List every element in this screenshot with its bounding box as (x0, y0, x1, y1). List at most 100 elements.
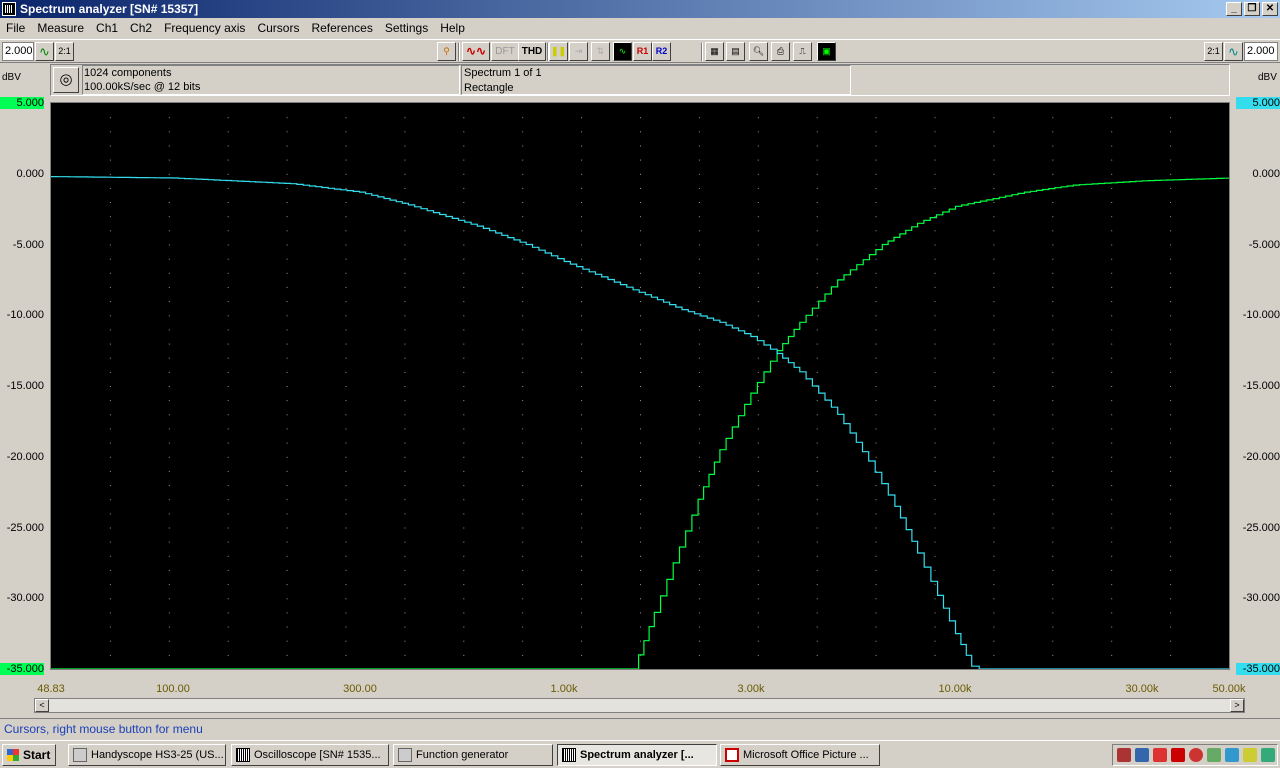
grid-dot (993, 456, 995, 458)
task-oscilloscope[interactable]: Oscilloscope [SN# 1535... (231, 744, 389, 766)
scope-view-icon[interactable]: ∿ (613, 42, 632, 61)
minimize-button[interactable]: _ (1226, 2, 1242, 16)
ch1-ratio-button[interactable]: 2:1 (55, 42, 74, 61)
app-icon[interactable] (2, 2, 16, 16)
task-label: Function generator (416, 749, 509, 761)
menu-help[interactable]: Help (434, 19, 471, 38)
grid-dot (581, 612, 583, 614)
grid-dot (1170, 357, 1172, 359)
menu-settings[interactable]: Settings (379, 19, 434, 38)
horizontal-scrollbar[interactable]: < > (34, 698, 1245, 713)
grid-dot (286, 555, 288, 557)
ref1-button[interactable]: R1 (633, 42, 652, 61)
spectrum-chart[interactable] (51, 103, 1230, 670)
security-icon[interactable] (1171, 748, 1185, 762)
grid-dot (875, 513, 877, 515)
task-picture-manager[interactable]: Microsoft Office Picture ... (720, 744, 880, 766)
shield-icon[interactable] (1189, 748, 1203, 762)
menu-ch1[interactable]: Ch1 (90, 19, 124, 38)
grid-dot (934, 343, 936, 345)
grid-dot (875, 428, 877, 430)
grid-dot (345, 286, 347, 288)
grid-dot (227, 272, 229, 274)
network-icon[interactable] (1117, 748, 1131, 762)
step-icon[interactable]: ⇥ (569, 42, 588, 61)
probe-icon[interactable]: ⚲ (437, 42, 456, 61)
ch1-scale-field[interactable]: 2.000 (2, 42, 34, 61)
grid-dot (1111, 315, 1113, 317)
window-function: Rectangle (464, 82, 514, 94)
scroll-left-arrow[interactable]: < (35, 699, 49, 712)
target-icon[interactable]: ◎ (53, 67, 79, 93)
thd-button[interactable]: THD (518, 42, 546, 61)
pulse-icon[interactable]: ⎍ (793, 42, 812, 61)
grid-dot (993, 371, 995, 373)
grid-dot (404, 386, 406, 387)
grid-dot (1052, 470, 1054, 472)
task-handyscope[interactable]: Handyscope HS3-25 (US... (68, 744, 226, 766)
monitor-icon[interactable] (1261, 748, 1275, 762)
grid-dot (1052, 640, 1054, 642)
menu-cursors[interactable]: Cursors (251, 19, 305, 38)
menu-measure[interactable]: Measure (31, 19, 90, 38)
volume-icon[interactable] (1243, 748, 1257, 762)
menu-ch2[interactable]: Ch2 (124, 19, 158, 38)
grid-dot (1170, 499, 1172, 501)
grid-dot (1170, 513, 1172, 515)
menu-file[interactable]: File (0, 19, 31, 38)
grid-dot (227, 371, 229, 373)
grid-dot (227, 442, 229, 444)
trigger-icon[interactable]: ⇅ (591, 42, 610, 61)
menu-references[interactable]: References (305, 19, 378, 38)
grid-dot (227, 286, 229, 288)
usb-icon[interactable] (1207, 748, 1221, 762)
ch1-wave-icon[interactable]: ∿ (35, 42, 54, 61)
pause-icon[interactable]: ❚❚ (549, 42, 568, 61)
grid-dot (757, 654, 759, 656)
zoom-icon[interactable]: 🔍︎ (749, 42, 768, 61)
grid-dot (1052, 598, 1054, 600)
start-button[interactable]: Start (2, 744, 56, 766)
ch2-ratio-button[interactable]: 2:1 (1204, 42, 1223, 61)
print-icon[interactable]: ⎙ (771, 42, 790, 61)
task-spectrum-analyzer[interactable]: Spectrum analyzer [... (557, 744, 717, 766)
multi-window-icon[interactable]: ▤ (726, 42, 745, 61)
grid-dot (698, 272, 700, 274)
ref2-button[interactable]: R2 (652, 42, 671, 61)
title-bar[interactable]: Spectrum analyzer [SN# 15357] _ ❐ ✕ (0, 0, 1280, 18)
grid-dot (1052, 654, 1054, 656)
grid-dot (698, 654, 700, 656)
grid-dot (816, 470, 818, 472)
grid-dot (522, 301, 524, 303)
spectrum-plot[interactable] (50, 102, 1230, 670)
grid-dot (286, 584, 288, 586)
waveform-icon[interactable]: ∿∿ (462, 42, 490, 61)
antivirus-icon[interactable] (1153, 748, 1167, 762)
grid-dot (286, 230, 288, 232)
grid-dot (404, 117, 406, 119)
grid-dot (875, 244, 877, 246)
restore-button[interactable]: ❐ (1244, 2, 1260, 16)
scroll-right-arrow[interactable]: > (1230, 699, 1244, 712)
grid-dot (1052, 272, 1054, 274)
ch2-wave-icon[interactable]: ∿ (1224, 42, 1243, 61)
ch2-scale-field[interactable]: 2.000 (1244, 42, 1278, 61)
connection-icon[interactable] (1135, 748, 1149, 762)
grid-dot (168, 654, 170, 656)
instruments-icon[interactable]: ▦ (705, 42, 724, 61)
grid-dot (640, 131, 641, 133)
grid-dot (463, 400, 465, 402)
grid-dot (581, 159, 583, 161)
grid-dot (816, 329, 818, 331)
dft-button[interactable]: DFT (491, 42, 519, 61)
grid-dot (698, 329, 700, 331)
display-tray-icon[interactable] (1225, 748, 1239, 762)
spectrum-analyzer-icon (562, 748, 576, 762)
display-icon[interactable]: ▣ (817, 42, 836, 61)
grid-dot (1111, 442, 1113, 444)
menu-frequency-axis[interactable]: Frequency axis (158, 19, 251, 38)
grid-dot (404, 513, 406, 515)
grid-dot (640, 470, 641, 472)
close-button[interactable]: ✕ (1262, 2, 1278, 16)
task-function-generator[interactable]: Function generator (393, 744, 553, 766)
